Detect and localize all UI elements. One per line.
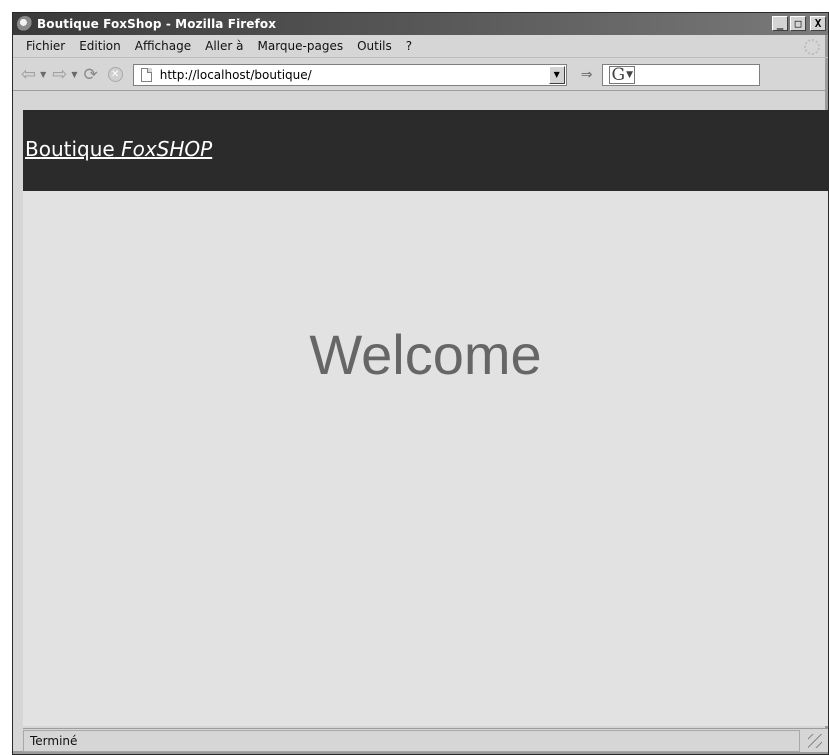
stop-icon[interactable]: ✕ [107, 67, 123, 82]
page-content: Boutique FoxSHOP Welcome [23, 110, 828, 726]
menu-outils[interactable]: Outils [350, 39, 399, 53]
brand-prefix: Boutique [25, 137, 115, 161]
forward-arrow-icon: ⇨ [52, 63, 68, 85]
page-icon [140, 67, 152, 82]
url-history-dropdown[interactable]: ▼ [548, 65, 565, 84]
throbber-icon [804, 39, 820, 55]
menu-fichier[interactable]: Fichier [19, 39, 72, 53]
resize-grip-icon[interactable] [808, 733, 822, 748]
search-engine-icon[interactable]: G ▼ [609, 64, 635, 85]
status-bar: Terminé [23, 728, 828, 752]
site-header: Boutique FoxSHOP [23, 110, 828, 191]
menu-help[interactable]: ? [399, 39, 419, 53]
back-arrow-icon: ⇦ [21, 63, 37, 85]
go-icon[interactable]: ⇒ [581, 67, 593, 83]
status-text: Terminé [23, 729, 800, 752]
title-bar[interactable]: Boutique FoxShop - Mozilla Firefox _ □ X [13, 13, 828, 35]
window-controls: _ □ X [772, 16, 826, 31]
menu-marque-pages[interactable]: Marque-pages [251, 39, 351, 53]
window-title: Boutique FoxShop - Mozilla Firefox [37, 17, 277, 31]
url-text[interactable]: http://localhost/boutique/ [160, 68, 312, 82]
reload-icon[interactable]: ⟳ [84, 65, 98, 85]
search-engine-dropdown-icon: ▼ [626, 69, 633, 80]
back-button[interactable]: ⇦ ▼ [21, 63, 46, 85]
welcome-heading: Welcome [309, 323, 542, 386]
url-bar[interactable]: http://localhost/boutique/ ▼ [132, 63, 567, 86]
minimize-button[interactable]: _ [772, 16, 788, 31]
maximize-button[interactable]: □ [790, 16, 806, 31]
menu-aller-a[interactable]: Aller à [198, 39, 250, 53]
forward-button[interactable]: ⇨ ▼ [52, 63, 77, 85]
site-logo-link[interactable]: Boutique FoxSHOP [25, 137, 212, 161]
back-dropdown-icon[interactable]: ▼ [40, 70, 46, 79]
navigation-toolbar: ⇦ ▼ ⇨ ▼ ⟳ ✕ http://localhost/boutique/ ▼… [13, 59, 828, 91]
brand-name: FoxSHOP [121, 137, 213, 161]
firefox-logo-icon [17, 16, 33, 32]
browser-window: Boutique FoxShop - Mozilla Firefox _ □ X… [12, 12, 829, 755]
search-engine-letter: G [611, 64, 626, 85]
close-button[interactable]: X [810, 16, 826, 31]
menu-edition[interactable]: Edition [72, 39, 128, 53]
menu-affichage[interactable]: Affichage [128, 39, 198, 53]
search-bar[interactable]: G ▼ [602, 63, 761, 86]
menu-bar: Fichier Edition Affichage Aller à Marque… [13, 35, 828, 58]
forward-dropdown-icon[interactable]: ▼ [71, 70, 77, 79]
